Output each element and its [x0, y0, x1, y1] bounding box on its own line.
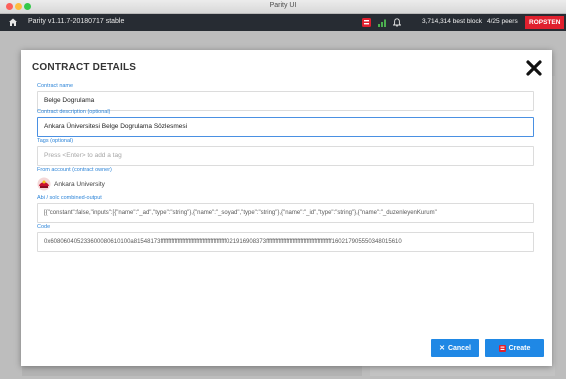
- home-icon[interactable]: [8, 17, 18, 27]
- cancel-button-label: Cancel: [447, 344, 471, 352]
- close-icon[interactable]: [526, 60, 542, 76]
- parity-signer-icon[interactable]: [362, 18, 371, 27]
- create-button-label: Create: [508, 344, 531, 352]
- window-title: Parity UI: [269, 2, 297, 9]
- cancel-x-icon: ✕: [439, 344, 445, 352]
- description-label: Contract description (optional): [37, 109, 111, 115]
- account-name: Ankara University: [54, 180, 105, 188]
- abi-label: Abi / solc combined-output: [37, 195, 102, 201]
- window-titlebar: Parity UI: [0, 0, 566, 14]
- contract-name-label: Contract name: [37, 83, 74, 89]
- bell-icon[interactable]: [393, 18, 401, 27]
- tags-input[interactable]: Press <Enter> to add a tag: [37, 146, 534, 166]
- create-button[interactable]: Create: [485, 339, 544, 357]
- signal-icon[interactable]: [378, 19, 386, 27]
- contract-details-modal: CONTRACT DETAILS Contract name Belge Dog…: [21, 50, 552, 366]
- status-icons: [362, 17, 401, 28]
- cancel-button[interactable]: ✕ Cancel: [431, 339, 479, 357]
- app-version: Parity v1.11.7-20180717 stable: [28, 18, 125, 25]
- from-account-label: From account (contract owner): [37, 167, 112, 173]
- modal-title: CONTRACT DETAILS: [32, 62, 137, 73]
- abi-input[interactable]: [{"constant":false,"inputs":[{"name":"_a…: [37, 203, 534, 223]
- tags-placeholder: Press <Enter> to add a tag: [44, 152, 122, 159]
- code-input[interactable]: 0x608060405233600080610100a81548173fffff…: [37, 232, 534, 252]
- network-badge[interactable]: ROPSTEN: [525, 16, 565, 29]
- tags-label: Tags (optional): [37, 138, 74, 144]
- app-header: Parity v1.11.7-20180717 stable 3,714,314…: [0, 14, 566, 31]
- description-input[interactable]: Ankara Üniversitesi Belge Dogrulama Sözl…: [37, 117, 534, 137]
- peer-count: 4/25 peers: [487, 18, 518, 25]
- best-block: 3,714,314 best block: [422, 18, 482, 25]
- code-label: Code: [37, 224, 51, 230]
- create-signer-icon: [498, 344, 506, 352]
- from-account-selector[interactable]: Ankara University: [37, 177, 105, 191]
- contract-name-input[interactable]: Belge Dogrulama: [37, 91, 534, 111]
- account-avatar-icon: [37, 177, 51, 191]
